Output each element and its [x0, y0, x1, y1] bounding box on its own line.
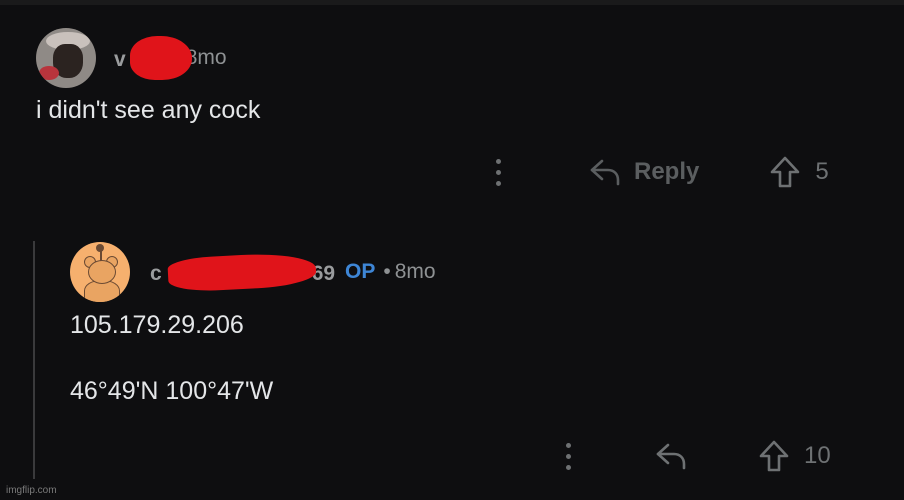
- timestamp: 8mo: [185, 46, 227, 69]
- watermark: imgflip.com: [6, 485, 57, 496]
- comment-body: i didn't see any cock: [36, 96, 261, 124]
- more-options-icon[interactable]: [488, 152, 508, 192]
- reply-button[interactable]: Reply: [588, 157, 699, 187]
- comment-body-line-1: 105.179.29.206: [70, 311, 244, 339]
- comment-actions: Reply 5: [488, 152, 829, 192]
- redaction-mark: [129, 36, 192, 80]
- reply-arrow-icon: [656, 443, 686, 470]
- upvote-control[interactable]: 10: [758, 439, 831, 473]
- more-options-icon[interactable]: [558, 436, 578, 476]
- timestamp: 8mo: [394, 260, 436, 283]
- redaction-mark: [166, 251, 317, 293]
- avatar[interactable]: [36, 28, 96, 88]
- reply-button[interactable]: [654, 441, 688, 471]
- avatar[interactable]: [70, 242, 130, 302]
- comment-header: v 8mo: [36, 28, 227, 88]
- comment-body-line-2: 46°49'N 100°47'W: [70, 377, 274, 405]
- comment-actions: 10: [558, 436, 831, 476]
- thread-line[interactable]: [33, 241, 35, 479]
- vote-count: 5: [815, 158, 829, 185]
- upvote-control[interactable]: 5: [769, 155, 829, 189]
- upvote-arrow-icon[interactable]: [769, 155, 801, 189]
- username[interactable]: v: [114, 36, 192, 80]
- separator: •: [383, 260, 391, 283]
- reply-label: Reply: [634, 158, 700, 185]
- top-divider: [0, 0, 904, 5]
- comment-header: c 69 OP • 8mo: [70, 242, 436, 302]
- upvote-arrow-icon[interactable]: [758, 439, 790, 473]
- vote-count: 10: [804, 442, 831, 469]
- op-badge: OP: [345, 260, 376, 283]
- username[interactable]: c 69: [150, 251, 335, 293]
- reply-arrow-icon: [590, 159, 620, 186]
